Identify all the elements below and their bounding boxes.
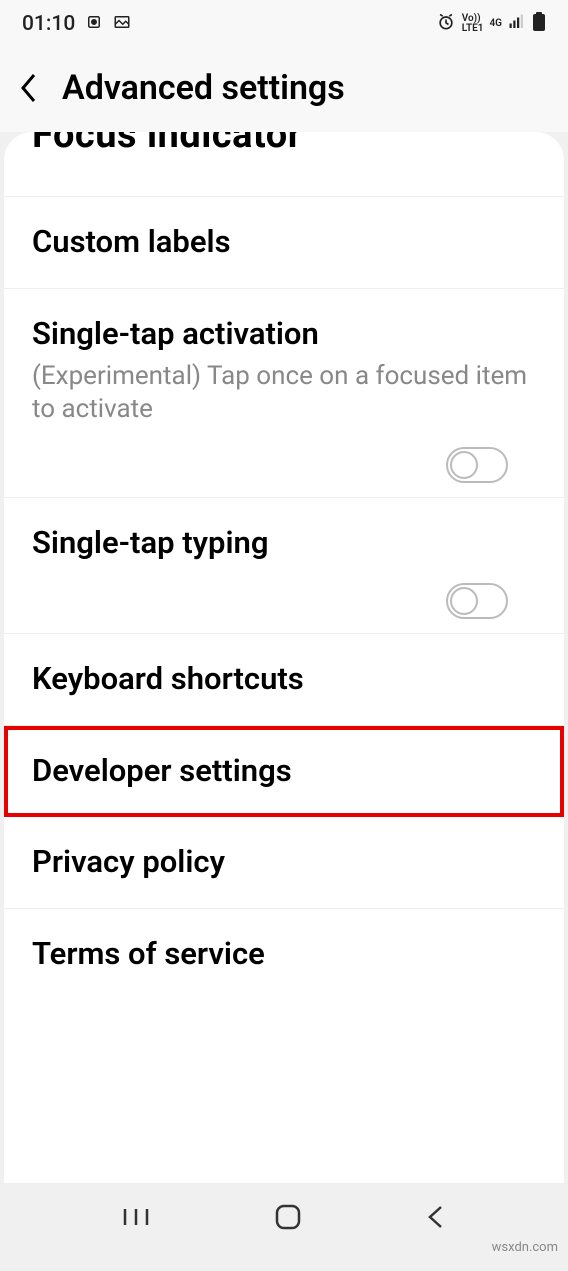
alarm-icon xyxy=(85,13,103,35)
page-title: Advanced settings xyxy=(62,68,345,108)
picture-icon xyxy=(113,13,131,35)
setting-label: Privacy policy xyxy=(32,843,536,882)
setting-developer-settings[interactable]: Developer settings xyxy=(4,726,564,818)
toggle-single-tap-typing[interactable] xyxy=(446,583,508,619)
setting-description: (Experimental) Tap once on a focused ite… xyxy=(32,360,536,428)
back-button[interactable] xyxy=(16,75,42,101)
status-time: 01:10 xyxy=(22,12,75,36)
toggle-knob xyxy=(450,451,478,479)
setting-single-tap-typing[interactable]: Single-tap typing xyxy=(4,498,564,633)
setting-label: Terms of service xyxy=(32,935,536,974)
toggle-knob xyxy=(450,587,478,615)
header: Advanced settings xyxy=(0,48,568,132)
status-right: Vo)) LTE1 4G xyxy=(436,12,546,36)
setting-label: Custom labels xyxy=(32,223,536,262)
setting-terms-of-service[interactable]: Terms of service xyxy=(4,909,564,1000)
setting-label: Single-tap typing xyxy=(32,524,536,563)
setting-label: Keyboard shortcuts xyxy=(32,660,536,699)
setting-label: Focus indicator xyxy=(32,132,536,154)
watermark: wsxdn.com xyxy=(492,1240,558,1255)
settings-list: Focus indicator Custom labels Single-tap… xyxy=(4,132,564,1183)
recents-button[interactable] xyxy=(121,1205,151,1233)
signal-icon xyxy=(508,13,526,35)
battery-icon xyxy=(532,12,546,36)
network-type-indicator: 4G xyxy=(489,19,502,29)
navigation-bar xyxy=(0,1195,568,1243)
home-button[interactable] xyxy=(274,1203,302,1235)
setting-privacy-policy[interactable]: Privacy policy xyxy=(4,817,564,909)
setting-focus-indicator[interactable]: Focus indicator xyxy=(4,132,564,197)
setting-label: Single-tap activation xyxy=(32,315,536,354)
setting-custom-labels[interactable]: Custom labels xyxy=(4,197,564,289)
toggle-single-tap-activation[interactable] xyxy=(446,447,508,483)
status-left: 01:10 xyxy=(22,12,131,36)
alarm-clock-icon xyxy=(436,12,456,36)
setting-keyboard-shortcuts[interactable]: Keyboard shortcuts xyxy=(4,634,564,726)
status-bar: 01:10 Vo)) LTE1 4G xyxy=(0,0,568,48)
volte-indicator: Vo)) LTE1 xyxy=(462,14,484,34)
back-nav-button[interactable] xyxy=(425,1203,447,1235)
setting-single-tap-activation[interactable]: Single-tap activation (Experimental) Tap… xyxy=(4,289,564,497)
setting-label: Developer settings xyxy=(32,752,536,791)
